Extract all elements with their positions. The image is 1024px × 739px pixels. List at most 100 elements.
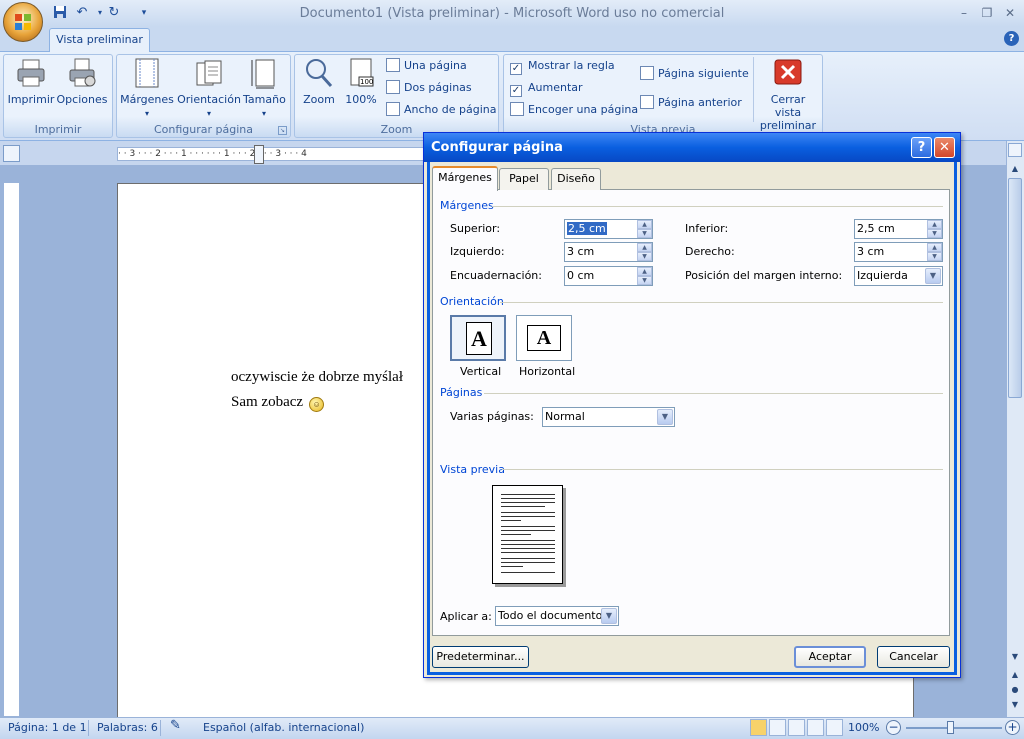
tab-vista-preliminar[interactable]: Vista preliminar xyxy=(49,28,150,52)
zoom-button[interactable]: Zoom xyxy=(299,57,339,106)
scrollbar-thumb[interactable] xyxy=(1008,178,1022,398)
spin-down-icon[interactable]: ▼ xyxy=(927,252,942,261)
orientation-button[interactable]: Orientación ▾ xyxy=(177,57,241,119)
print-layout-view-icon[interactable] xyxy=(750,719,767,736)
help-icon[interactable]: ? xyxy=(1004,31,1019,46)
previous-page-icon[interactable]: ▲ xyxy=(1008,668,1022,682)
shrink-one-page-button[interactable]: Encoger una página xyxy=(510,101,638,121)
margins-button[interactable]: Márgenes ▾ xyxy=(120,57,174,119)
view-ruler-toggle-icon[interactable] xyxy=(1008,143,1022,157)
left-margin-spinner[interactable]: 3 cm ▲ ▼ xyxy=(564,242,653,262)
select-browse-object-icon[interactable]: ● xyxy=(1008,683,1022,697)
status-separator xyxy=(88,720,89,736)
options-button[interactable]: Opciones xyxy=(56,57,108,106)
right-margin-spinner[interactable]: 3 cm ▲ ▼ xyxy=(854,242,943,262)
web-layout-view-icon[interactable] xyxy=(788,719,805,736)
bottom-margin-value: 2,5 cm xyxy=(857,222,895,235)
pages-section-title: Páginas xyxy=(440,386,483,399)
scroll-up-icon[interactable]: ▲ xyxy=(1008,162,1022,176)
margins-label: Márgenes xyxy=(120,93,174,106)
zoom-out-icon[interactable]: − xyxy=(886,720,901,735)
print-button[interactable]: Imprimir xyxy=(7,57,55,106)
orientation-section-title: Orientación xyxy=(440,295,504,308)
page-setup-launcher-icon[interactable]: ↘ xyxy=(278,126,287,135)
indent-marker-icon[interactable] xyxy=(254,145,264,164)
orientation-label: Orientación xyxy=(177,93,241,106)
portrait-option[interactable]: A xyxy=(450,315,506,361)
spin-down-icon[interactable]: ▼ xyxy=(927,229,942,238)
size-button[interactable]: Tamaño ▾ xyxy=(243,57,286,119)
close-preview-label-2: preliminar xyxy=(759,119,817,132)
dialog-tab-layout[interactable]: Diseño xyxy=(551,168,601,190)
dialog-close-button[interactable]: ✕ xyxy=(934,137,955,158)
spin-up-icon[interactable]: ▲ xyxy=(637,243,652,252)
page-width-button[interactable]: Ancho de página xyxy=(386,101,496,121)
zoom-slider-thumb[interactable] xyxy=(947,721,954,734)
left-margin-value: 3 cm xyxy=(567,245,595,258)
spin-up-icon[interactable]: ▲ xyxy=(927,220,942,229)
dialog-tab-margins[interactable]: Márgenes xyxy=(432,166,498,191)
one-page-button[interactable]: Una página xyxy=(386,57,467,77)
ok-button[interactable]: Aceptar xyxy=(794,646,866,668)
printer-icon xyxy=(15,57,47,89)
restore-button[interactable]: ❐ xyxy=(975,4,999,22)
next-page-nav-icon[interactable]: ▼ xyxy=(1008,698,1022,712)
zoom-100-button[interactable]: 100 100% xyxy=(342,57,380,106)
gutter-spinner[interactable]: 0 cm ▲ ▼ xyxy=(564,266,653,286)
portrait-label: Vertical xyxy=(460,365,502,378)
close-window-button[interactable]: ✕ xyxy=(998,4,1022,22)
zoom-slider[interactable] xyxy=(906,727,1002,729)
office-button[interactable] xyxy=(3,2,43,42)
scroll-down-icon[interactable]: ▼ xyxy=(1008,650,1022,664)
show-ruler-checkbox[interactable]: ✓ Mostrar la regla xyxy=(510,57,615,77)
spin-up-icon[interactable]: ▲ xyxy=(927,243,942,252)
dialog-help-button[interactable]: ? xyxy=(911,137,932,158)
spin-down-icon[interactable]: ▼ xyxy=(637,229,652,238)
chevron-down-icon[interactable]: ▼ xyxy=(925,268,941,284)
prev-page-button[interactable]: Página anterior xyxy=(640,94,742,114)
options-printer-icon xyxy=(66,57,98,89)
two-pages-button[interactable]: Dos páginas xyxy=(386,79,472,99)
zoom-in-icon[interactable]: + xyxy=(1005,720,1020,735)
word-count[interactable]: Palabras: 6 xyxy=(97,721,158,734)
spin-up-icon[interactable]: ▲ xyxy=(637,220,652,229)
document-text: Sam zobacz xyxy=(231,394,304,410)
landscape-option[interactable]: A xyxy=(516,315,572,361)
magnifier-checkbox[interactable]: ✓ Aumentar xyxy=(510,79,583,99)
multiple-pages-select[interactable]: Normal ▼ xyxy=(542,407,675,427)
gutter-position-select[interactable]: Izquierda ▼ xyxy=(854,266,943,286)
shrink-page-icon xyxy=(510,102,524,116)
spin-down-icon[interactable]: ▼ xyxy=(637,276,652,285)
prev-page-icon xyxy=(640,95,654,109)
preview-thumbnail xyxy=(492,485,563,584)
page-100-icon: 100 xyxy=(345,57,377,89)
spin-up-icon[interactable]: ▲ xyxy=(637,267,652,276)
status-separator xyxy=(160,720,161,736)
page-count[interactable]: Página: 1 de 1 xyxy=(8,721,87,734)
vertical-ruler[interactable] xyxy=(3,182,20,717)
spin-down-icon[interactable]: ▼ xyxy=(637,252,652,261)
cancel-button[interactable]: Cancelar xyxy=(877,646,950,668)
zoom-level[interactable]: 100% xyxy=(848,721,879,734)
outline-view-icon[interactable] xyxy=(807,719,824,736)
set-default-button[interactable]: Predeterminar... xyxy=(432,646,529,668)
top-margin-spinner[interactable]: 2,5 cm ▲ ▼ xyxy=(564,219,653,239)
dialog-tab-paper[interactable]: Papel xyxy=(499,168,549,190)
section-divider xyxy=(492,206,943,207)
section-divider xyxy=(500,302,943,303)
next-page-button[interactable]: Página siguiente xyxy=(640,65,749,85)
chevron-down-icon[interactable]: ▼ xyxy=(601,608,617,624)
language-indicator[interactable]: Español (alfab. internacional) xyxy=(203,721,364,734)
draft-view-icon[interactable] xyxy=(826,719,843,736)
apply-to-select[interactable]: Todo el documento ▼ xyxy=(495,606,619,626)
close-preview-button[interactable]: Cerrar vista preliminar xyxy=(756,57,820,132)
full-screen-view-icon[interactable] xyxy=(769,719,786,736)
horizontal-ruler[interactable]: · · 3 · · · 2 · · · 1 · · · · · · 1 · · … xyxy=(117,147,427,161)
minimize-button[interactable]: – xyxy=(952,4,976,22)
chevron-down-icon[interactable]: ▼ xyxy=(657,409,673,425)
section-divider xyxy=(484,393,943,394)
tab-selector-icon[interactable] xyxy=(3,145,20,162)
document-text-line: oczywiscie że dobrze myślał xyxy=(231,369,404,385)
proofing-icon[interactable]: ✎ xyxy=(170,718,181,733)
bottom-margin-spinner[interactable]: 2,5 cm ▲ ▼ xyxy=(854,219,943,239)
